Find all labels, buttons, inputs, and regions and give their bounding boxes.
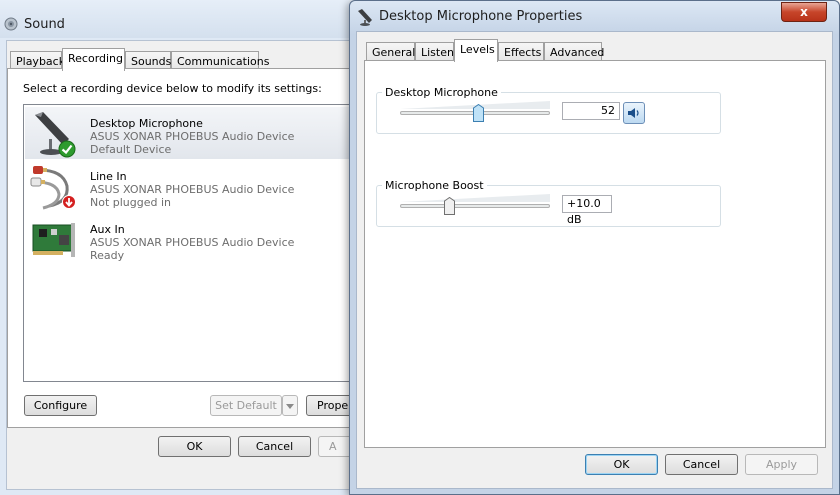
window-title: Desktop Microphone Properties (379, 9, 583, 24)
properties-dialog-body: General Listen Levels Effects Advanced D… (356, 31, 833, 489)
microphone-level-label: Desktop Microphone (382, 86, 501, 99)
device-name: Desktop Microphone (90, 117, 203, 130)
device-driver: ASUS XONAR PHOEBUS Audio Device (90, 236, 295, 249)
close-button[interactable]: x (781, 2, 827, 22)
device-name: Aux In (90, 223, 125, 236)
tab-levels[interactable]: Levels (454, 39, 498, 62)
tab-listen[interactable]: Listen (415, 42, 454, 62)
tab-advanced[interactable]: Advanced (544, 42, 604, 62)
device-driver: ASUS XONAR PHOEBUS Audio Device (90, 130, 295, 143)
device-status: Not plugged in (90, 196, 172, 209)
device-item-aux-in[interactable]: Aux In ASUS XONAR PHOEBUS Audio Device R… (25, 213, 351, 265)
apply-button[interactable]: Apply (745, 454, 818, 475)
microphone-level-value[interactable]: 52 (562, 102, 620, 120)
tab-general[interactable]: General (366, 42, 415, 62)
green-check-icon (58, 140, 76, 158)
cancel-button[interactable]: Cancel (665, 454, 738, 475)
device-status: Ready (90, 249, 125, 262)
sound-card-icon (32, 223, 75, 257)
microphone-icon (358, 9, 372, 26)
window-title: Sound (24, 17, 65, 32)
properties-window: Desktop Microphone Properties x General … (349, 0, 840, 495)
boost-slider-ticks (400, 194, 550, 202)
close-icon: x (800, 5, 808, 19)
sound-ok-button[interactable]: OK (158, 436, 231, 457)
boost-level-slider[interactable] (400, 204, 550, 208)
device-list[interactable]: Desktop Microphone ASUS XONAR PHOEBUS Au… (23, 104, 351, 382)
instructions-text: Select a recording device below to modif… (23, 82, 322, 95)
ok-button[interactable]: OK (585, 454, 658, 475)
microphone-slider-thumb[interactable] (472, 104, 484, 122)
speaker-icon (628, 108, 639, 118)
sound-titlebar[interactable]: Sound (0, 0, 371, 38)
configure-button[interactable]: Configure (24, 395, 97, 416)
properties-titlebar[interactable]: Desktop Microphone Properties x (350, 1, 839, 35)
speaker-icon (4, 17, 18, 31)
device-item-desktop-microphone[interactable]: Desktop Microphone ASUS XONAR PHOEBUS Au… (25, 107, 351, 159)
mute-button[interactable] (623, 102, 645, 124)
sound-cancel-button[interactable]: Cancel (238, 436, 311, 457)
section-separator (379, 159, 733, 160)
chevron-down-icon (286, 403, 294, 409)
device-item-line-in[interactable]: Line In ASUS XONAR PHOEBUS Audio Device … (25, 160, 351, 212)
tab-recording[interactable]: Recording (62, 48, 125, 71)
boost-level-label: Microphone Boost (382, 179, 487, 192)
boost-slider-thumb[interactable] (444, 197, 455, 215)
sound-window: Sound Playback Recording Sounds Communic… (0, 0, 372, 495)
set-default-button[interactable]: Set Default (210, 395, 282, 416)
red-down-arrow-icon (62, 195, 76, 209)
device-driver: ASUS XONAR PHOEBUS Audio Device (90, 183, 295, 196)
device-status: Default Device (90, 143, 172, 156)
boost-level-value[interactable]: +10.0 dB (562, 195, 612, 226)
set-default-dropdown-button[interactable] (282, 395, 298, 416)
device-name: Line In (90, 170, 127, 183)
tab-effects[interactable]: Effects (498, 42, 544, 62)
